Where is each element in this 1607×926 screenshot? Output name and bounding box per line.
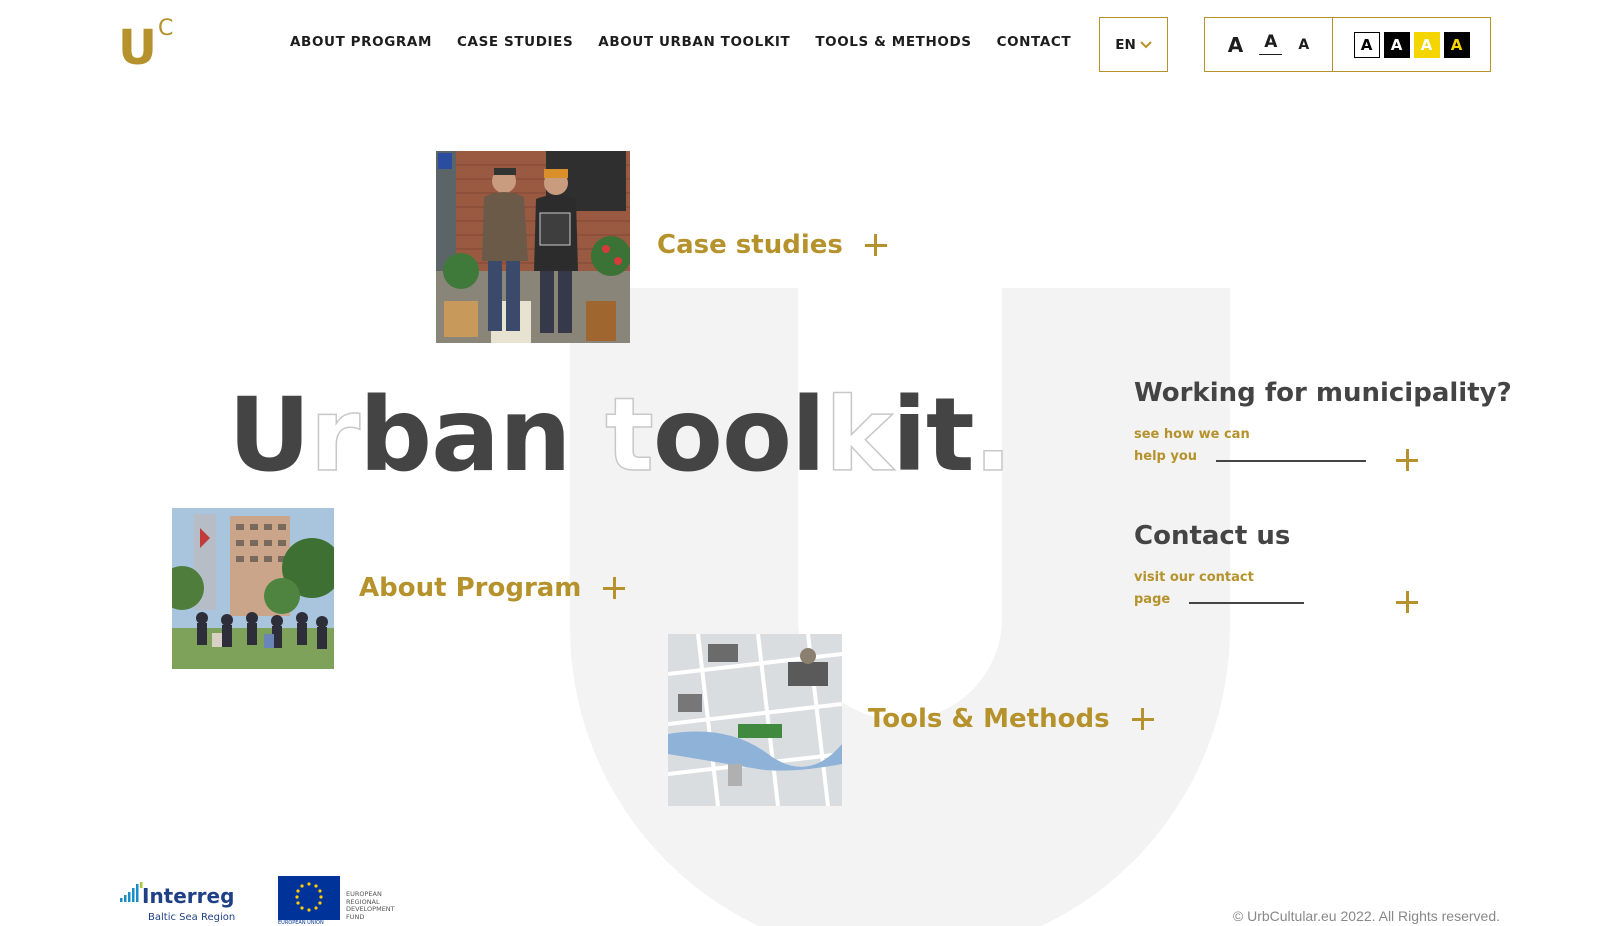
plus-icon <box>603 577 626 599</box>
tools-methods-link[interactable]: Tools & Methods <box>868 704 1154 734</box>
tools-methods-label: Tools & Methods <box>868 704 1110 734</box>
interreg-region: Baltic Sea Region <box>148 912 235 923</box>
contact-cta[interactable]: Contact us visit our contact page <box>1134 521 1418 613</box>
plus-icon <box>864 234 887 256</box>
hero-title-part: U <box>228 376 311 495</box>
interreg-logo: Interreg Baltic Sea Region <box>118 882 242 926</box>
chevron-down-icon <box>1140 40 1152 48</box>
copyright-text: © UrbCultular.eu 2022. All Rights reserv… <box>1232 908 1500 924</box>
municipality-cta[interactable]: Working for municipality? see how we can… <box>1134 378 1512 471</box>
hero-title-part: t <box>604 376 654 495</box>
contrast-black-yellow-button[interactable]: A <box>1443 31 1470 58</box>
hero-title-part: ban <box>359 376 606 495</box>
about-program-label: About Program <box>359 573 582 603</box>
nav-tools-methods[interactable]: TOOLS & METHODS <box>815 34 971 50</box>
plus-icon <box>1396 591 1418 613</box>
municipality-title: Working for municipality? <box>1134 378 1512 408</box>
contrast-yellow-white-button[interactable]: A <box>1413 31 1440 58</box>
nav-contact[interactable]: CONTACT <box>997 34 1072 50</box>
main-nav: ABOUT PROGRAM CASE STUDIES ABOUT URBAN T… <box>290 34 1071 50</box>
tools-methods-photo[interactable] <box>668 634 842 806</box>
logo-letter: U <box>118 20 157 76</box>
contact-subtext: visit our contact page <box>1134 570 1254 607</box>
plus-icon <box>1396 449 1418 471</box>
text-size-large-button[interactable]: A <box>1228 35 1243 55</box>
eu-caption: EUROPEAN UNION <box>278 920 340 926</box>
hero-title-part: it <box>891 376 975 495</box>
site-logo[interactable]: U C <box>118 16 182 76</box>
nav-about-urban-toolkit[interactable]: ABOUT URBAN TOOLKIT <box>598 34 790 50</box>
case-studies-link[interactable]: Case studies <box>657 230 887 260</box>
contrast-default-button[interactable]: A <box>1353 31 1380 58</box>
language-code: EN <box>1115 36 1136 53</box>
text-size-group: A A A <box>1205 18 1333 71</box>
eu-flag-icon: EUROPEAN UNION <box>278 876 340 926</box>
hero-title-part: ool <box>652 376 826 495</box>
nav-about-program[interactable]: ABOUT PROGRAM <box>290 34 432 50</box>
hero-title: Urban toolkit. <box>228 384 1013 488</box>
hero-title-part: . <box>973 376 1013 495</box>
contact-title: Contact us <box>1134 521 1291 551</box>
hero-title-part: k <box>824 376 893 495</box>
cta-line <box>1189 602 1304 604</box>
about-program-photo[interactable] <box>172 508 334 669</box>
accessibility-controls: A A A A A A A <box>1204 17 1491 72</box>
about-program-link[interactable]: About Program <box>359 573 626 603</box>
logo-superscript: C <box>158 16 174 41</box>
case-studies-label: Case studies <box>657 230 843 260</box>
plus-icon <box>1131 708 1154 730</box>
contrast-black-white-button[interactable]: A <box>1383 31 1410 58</box>
language-selector[interactable]: EN <box>1099 17 1168 72</box>
case-studies-photo[interactable] <box>436 151 630 343</box>
interreg-name: Interreg <box>142 884 234 908</box>
nav-case-studies[interactable]: CASE STUDIES <box>457 34 573 50</box>
eu-logo: EUROPEAN UNION EUROPEAN REGIONAL DEVELOP… <box>278 876 400 926</box>
cta-line <box>1216 460 1366 462</box>
contrast-group: A A A A <box>1333 18 1490 71</box>
eu-fund-text: EUROPEAN REGIONAL DEVELOPMENT FUND <box>346 890 395 921</box>
text-size-medium-button[interactable]: A <box>1259 34 1283 55</box>
text-size-small-button[interactable]: A <box>1298 38 1309 52</box>
hero-title-part: r <box>309 376 361 495</box>
